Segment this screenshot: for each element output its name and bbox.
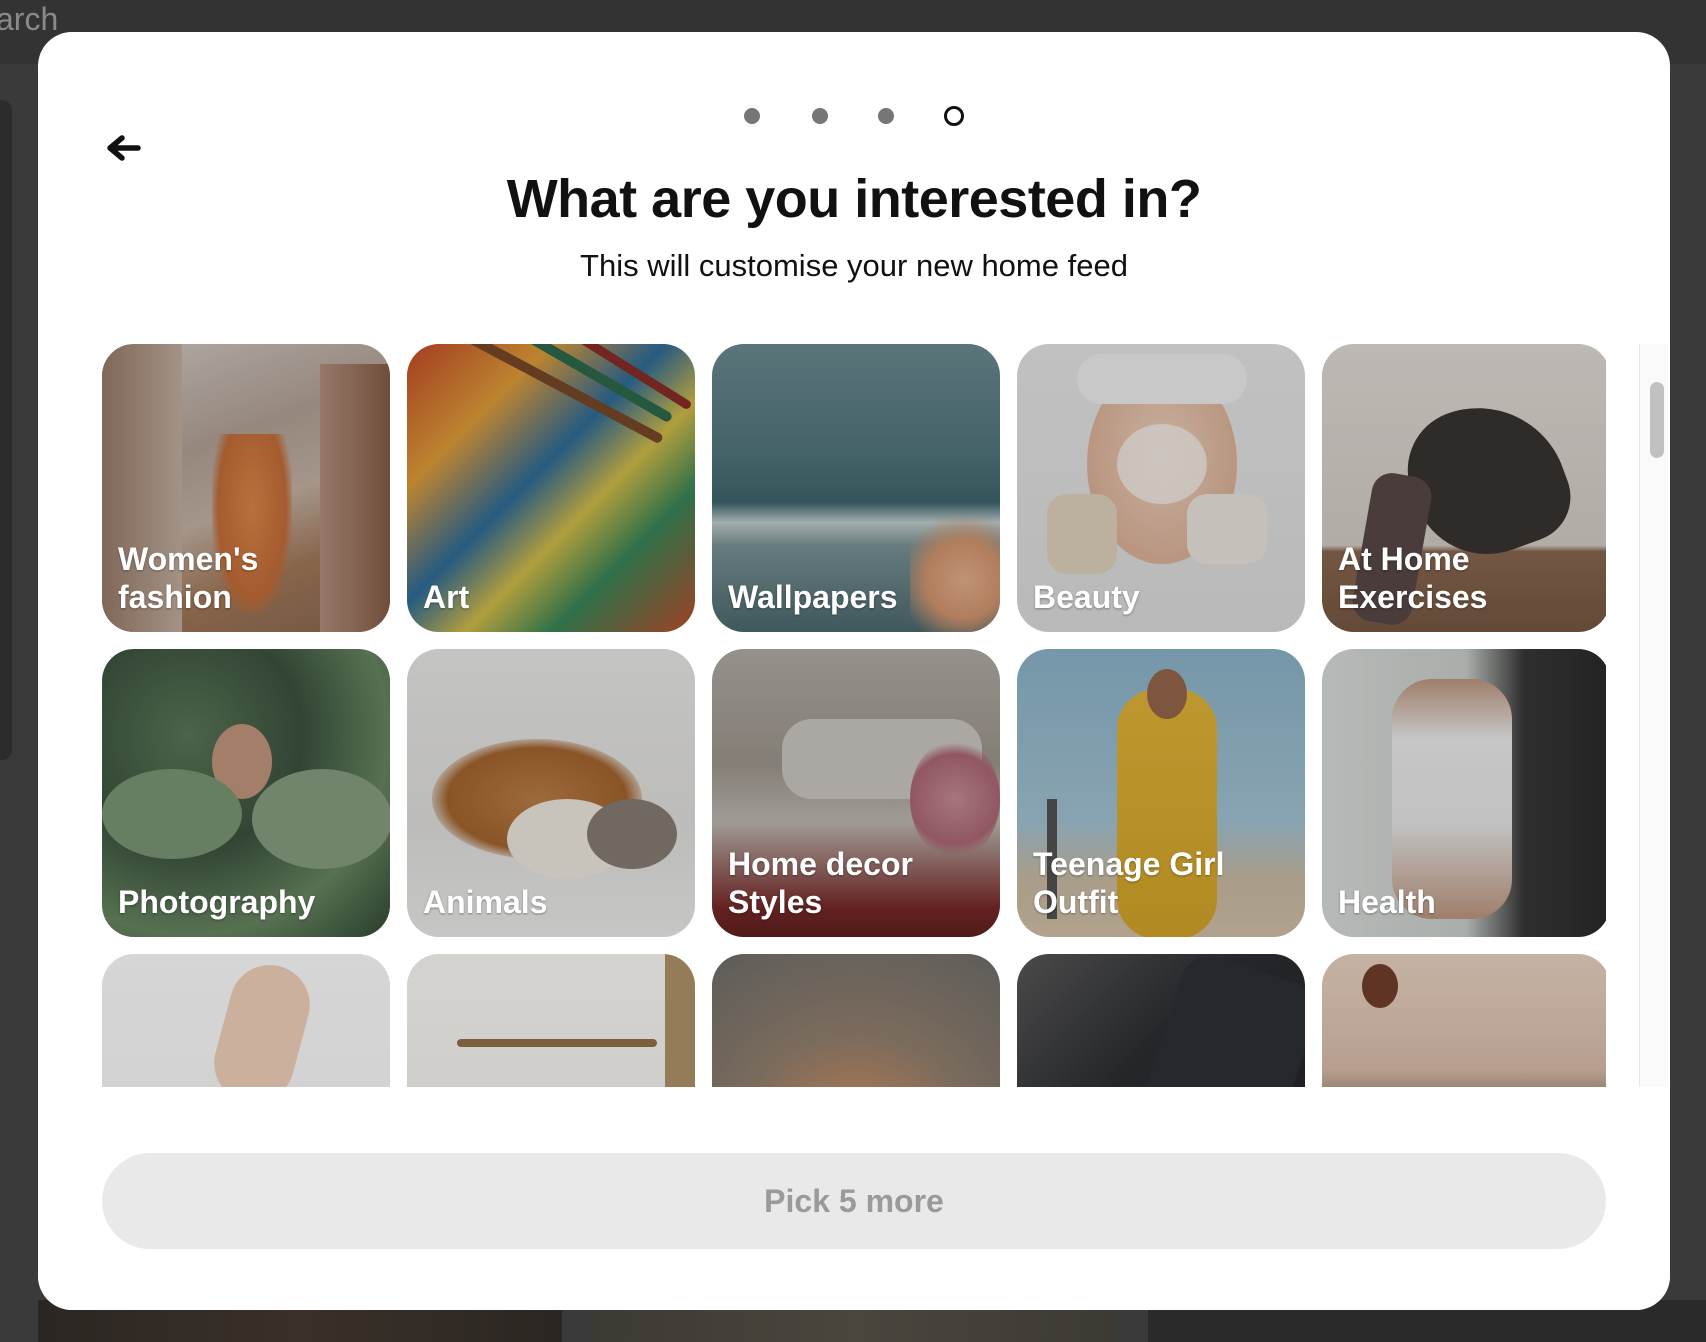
progress-dots <box>38 104 1670 126</box>
background-search-text: arch <box>0 1 59 37</box>
progress-dot-2 <box>812 108 828 124</box>
topic-label: Home decor Styles <box>728 846 913 920</box>
topic-tile-animals[interactable]: Animals <box>407 649 695 937</box>
modal-subtitle: This will customise your new home feed <box>580 248 1128 283</box>
onboarding-modal: What are you interested in? This will cu… <box>38 32 1670 1310</box>
scrollbar-thumb[interactable] <box>1650 382 1664 458</box>
progress-dot-1 <box>744 108 760 124</box>
background-column <box>0 100 12 760</box>
topic-label: Beauty <box>1033 579 1140 615</box>
topic-tile-photography[interactable]: Photography <box>102 649 390 937</box>
topic-tile-health[interactable]: Health <box>1322 649 1606 937</box>
topic-grid-scrollbar[interactable] <box>1639 344 1668 1119</box>
progress-dot-3 <box>878 108 894 124</box>
topic-tile-art[interactable]: Art <box>407 344 695 632</box>
topic-tile-beauty[interactable]: Beauty <box>1017 344 1305 632</box>
topic-tile-teenage-girl-outfit[interactable]: Teenage Girl Outfit <box>1017 649 1305 937</box>
topic-grid: Women's fashion Art Wallpapers Beauty At… <box>102 344 1606 1119</box>
topic-tile-at-home-exercises[interactable]: At Home Exercises <box>1322 344 1606 632</box>
progress-dot-4-current <box>944 106 964 126</box>
topic-tile-home-decor-styles[interactable]: Home decor Styles <box>712 649 1000 937</box>
topic-label: Photography <box>118 884 316 920</box>
topic-tile-wallpapers[interactable]: Wallpapers <box>712 344 1000 632</box>
topic-label: Women's fashion <box>118 541 259 615</box>
topic-label: Health <box>1338 884 1436 920</box>
pick-more-button[interactable]: Pick 5 more <box>102 1153 1606 1249</box>
topic-label: Wallpapers <box>728 579 898 615</box>
modal-footer: Pick 5 more <box>38 1087 1670 1310</box>
topic-label: At Home Exercises <box>1338 541 1488 615</box>
topic-label: Art <box>423 579 470 615</box>
modal-title: What are you interested in? <box>506 169 1202 229</box>
topic-tile-womens-fashion[interactable]: Women's fashion <box>102 344 390 632</box>
topic-label: Teenage Girl Outfit <box>1033 846 1225 920</box>
topic-label: Animals <box>423 884 548 920</box>
